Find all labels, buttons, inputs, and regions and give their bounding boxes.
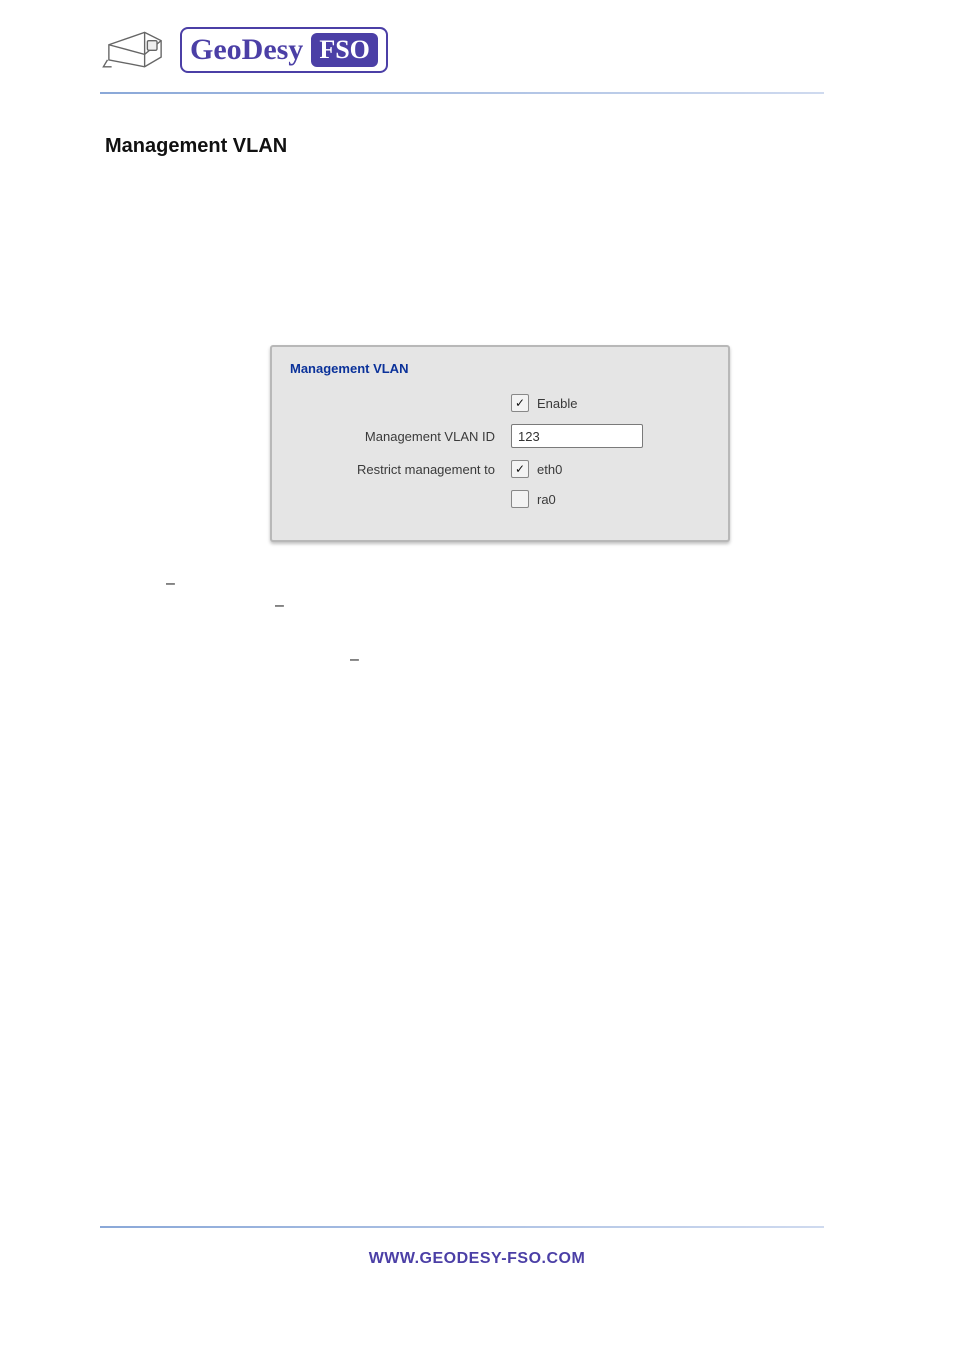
logo-badge: GeoDesy FSO [180, 27, 388, 73]
eth0-checkbox-label: eth0 [537, 462, 562, 477]
ra0-checkbox-label: ra0 [537, 492, 556, 507]
section-title: Management VLAN [105, 135, 287, 158]
enable-checkbox[interactable]: ✓ [511, 394, 529, 412]
panel-title: Management VLAN [290, 361, 710, 376]
logo-text-fso: FSO [311, 33, 378, 67]
ra0-checkbox[interactable] [511, 490, 529, 508]
vlan-id-input[interactable] [511, 424, 643, 448]
eth0-checkbox[interactable]: ✓ [511, 460, 529, 478]
header-logo: GeoDesy FSO [100, 20, 388, 80]
row-enable: ✓ Enable [290, 394, 710, 412]
camera-icon [100, 20, 170, 80]
row-restrict-ra0: ra0 [290, 490, 710, 508]
vlan-id-label: Management VLAN ID [290, 429, 511, 444]
body-dash-1: – [166, 575, 175, 593]
management-vlan-panel: Management VLAN ✓ Enable Management VLAN… [270, 345, 730, 542]
body-dash-2: – [275, 597, 284, 615]
enable-checkbox-label: Enable [537, 396, 577, 411]
body-dash-3: – [350, 651, 359, 669]
restrict-label: Restrict management to [290, 462, 511, 477]
row-vlan-id: Management VLAN ID [290, 424, 710, 448]
footer-url: WWW.GEODESY-FSO.COM [0, 1250, 954, 1268]
footer-divider [100, 1226, 824, 1228]
logo-text-geodesy: GeoDesy [190, 33, 303, 67]
row-restrict-eth0: Restrict management to ✓ eth0 [290, 460, 710, 478]
header-divider [100, 92, 824, 94]
